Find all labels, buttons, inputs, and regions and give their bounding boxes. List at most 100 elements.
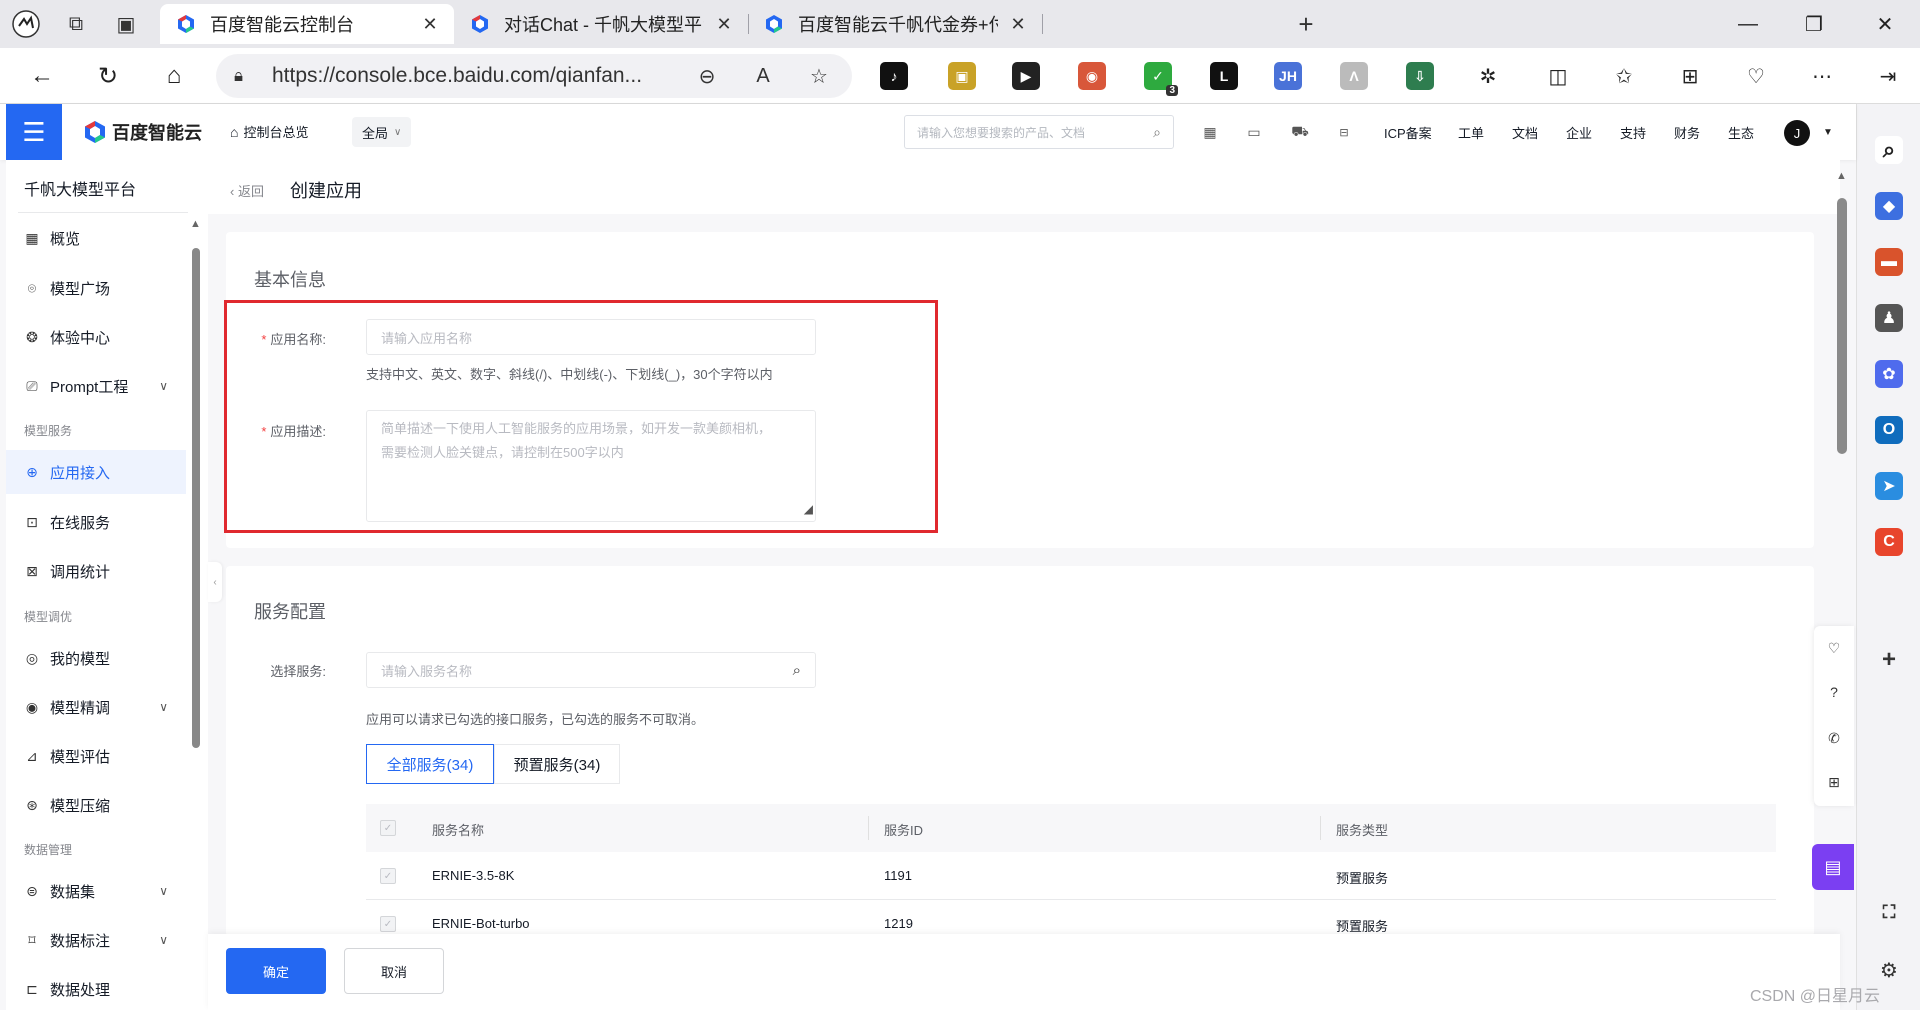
collapse-sidebar-icon[interactable]: ‹ xyxy=(208,562,222,602)
caret-down-icon[interactable]: ▼ xyxy=(1818,122,1838,142)
mask-ext-icon[interactable]: ◉ xyxy=(1078,62,1106,90)
close-icon[interactable]: ✕ xyxy=(420,14,440,35)
favorites-icon[interactable]: ✩ xyxy=(1604,58,1644,94)
scroll-up-icon[interactable]: ▲ xyxy=(190,218,201,230)
more-icon[interactable]: ⋯ xyxy=(1802,58,1842,94)
minimize-icon[interactable]: — xyxy=(1725,6,1771,42)
cart-icon[interactable]: ⛟ xyxy=(1290,122,1310,142)
qrcode-icon[interactable]: ▦ xyxy=(1200,122,1220,142)
sidebar-scrollbar[interactable]: ▲ ▼ xyxy=(190,218,201,970)
download-ext-icon[interactable]: ⇩ xyxy=(1406,62,1434,90)
support-link[interactable]: 支持 xyxy=(1620,123,1646,142)
sidebar-item-app-access[interactable]: ⊕ 应用接入 xyxy=(6,450,186,494)
sidebar-item-model-square[interactable]: ⌾ 模型广场 xyxy=(6,266,186,310)
sidebar-item-process[interactable]: ⊏ 数据处理 xyxy=(6,967,186,1010)
search-icon[interactable]: ⌕ xyxy=(1875,136,1903,164)
sidebar-item-compress[interactable]: ⊛ 模型压缩 xyxy=(6,783,186,827)
workspaces-icon[interactable]: ⧉ xyxy=(60,8,92,40)
performance-icon[interactable]: ♡ xyxy=(1736,58,1776,94)
sidebar-item-fine-tune[interactable]: ◉ 模型精调 ∨ xyxy=(6,685,186,729)
vertical-tabs-icon[interactable]: ▣ xyxy=(110,8,142,40)
screenshot-icon[interactable]: ⛶ xyxy=(1875,898,1903,926)
baidu-cloud-logo[interactable]: 百度智能云 xyxy=(84,118,202,146)
split-screen-icon[interactable]: ◫ xyxy=(1538,58,1578,94)
restore-icon[interactable]: ❐ xyxy=(1791,6,1837,42)
search-icon[interactable]: ⌕ xyxy=(1153,124,1161,141)
global-search-input[interactable]: 请输入您想要搜索的产品、文档 ⌕ xyxy=(904,115,1174,149)
feedback-heart-icon[interactable]: ♡ xyxy=(1824,638,1844,658)
service-search-input[interactable]: 请输入服务名称 ⌕ xyxy=(366,652,816,688)
copilot-icon[interactable]: ✿ xyxy=(1875,360,1903,388)
url-bar[interactable]: 🔒︎ https://console.bce.baidu.com/qianfan… xyxy=(216,54,852,98)
url-text[interactable]: https://console.bce.baidu.com/qianfan... xyxy=(272,64,666,88)
ecosystem-link[interactable]: 生态 xyxy=(1728,123,1754,142)
finance-link[interactable]: 财务 xyxy=(1674,123,1700,142)
sidebar-item-dataset[interactable]: ⊜ 数据集 ∨ xyxy=(6,869,186,913)
jh-ext-icon[interactable]: JH xyxy=(1274,62,1302,90)
l-ext-icon[interactable]: L xyxy=(1210,62,1238,90)
cancel-button[interactable]: 取消 xyxy=(344,948,444,994)
confirm-button[interactable]: 确定 xyxy=(226,948,326,994)
tab-all-services[interactable]: 全部服务(34) xyxy=(366,744,494,784)
docs-link[interactable]: 文档 xyxy=(1512,123,1538,142)
sidebar-toggle-icon[interactable]: ⇥ xyxy=(1868,58,1908,94)
tab-qianfan-chat[interactable]: 对话Chat - 千帆大模型平台 | 百度 ✕ xyxy=(454,4,748,44)
language-icon[interactable]: ⊟ xyxy=(1334,122,1354,142)
refresh-icon[interactable]: ↻ xyxy=(88,58,128,94)
sidebar-item-online-service[interactable]: ⊡ 在线服务 xyxy=(6,500,186,544)
row-checkbox[interactable]: ✓ xyxy=(380,916,396,932)
row-checkbox[interactable]: ✓ xyxy=(380,868,396,884)
collections-icon[interactable]: ⊞ xyxy=(1670,58,1710,94)
menu-icon[interactable]: ☰ xyxy=(6,104,62,160)
apps-grid-icon[interactable]: ⊞ xyxy=(1824,772,1844,792)
settings-gear-icon[interactable]: ⚙ xyxy=(1875,956,1903,984)
main-scrollbar[interactable]: ▲ xyxy=(1834,170,1848,930)
outlook-icon[interactable]: O xyxy=(1875,416,1903,444)
select-all-checkbox[interactable]: ✓ xyxy=(380,820,396,836)
scope-select[interactable]: 全局 ∨ xyxy=(352,117,412,147)
sidebar-item-prompt[interactable]: ⎚ Prompt工程 ∨ xyxy=(6,364,186,408)
zoom-icon[interactable]: ⊖ xyxy=(692,64,722,89)
shield-ext-icon[interactable]: ✓ 3 xyxy=(1144,62,1178,96)
chevron-down-icon[interactable]: ∨ xyxy=(159,379,168,393)
sidebar-item-stats[interactable]: ⊠ 调用统计 xyxy=(6,549,186,593)
home-icon[interactable]: ⌂ xyxy=(154,58,194,94)
profile-icon[interactable] xyxy=(10,8,42,40)
message-icon[interactable]: ▭ xyxy=(1244,122,1264,142)
tab-baidu-console[interactable]: 百度智能云控制台 ✕ xyxy=(160,4,454,44)
c-app-icon[interactable]: C xyxy=(1875,528,1903,556)
scrollbar-thumb[interactable] xyxy=(192,248,200,748)
chevron-down-icon[interactable]: ∨ xyxy=(159,884,168,898)
extensions-icon[interactable]: ✲ xyxy=(1468,58,1508,94)
back-link[interactable]: ‹ 返回 xyxy=(230,181,264,200)
help-icon[interactable]: ? xyxy=(1824,682,1844,702)
tiktok-icon[interactable]: ♪ xyxy=(880,62,908,90)
table-row[interactable]: ✓ ERNIE-3.5-8K 1191 预置服务 xyxy=(366,852,1776,900)
back-icon[interactable]: ← xyxy=(22,58,62,94)
tab-qianfan-voucher[interactable]: 百度智能云千帆代金券+付费模型 ✕ xyxy=(748,4,1042,44)
sidebar-item-evaluate[interactable]: ⊿ 模型评估 xyxy=(6,734,186,778)
play-icon[interactable]: ▶ xyxy=(1012,62,1040,90)
close-icon[interactable]: ✕ xyxy=(714,14,734,35)
a-ext-icon[interactable]: Λ xyxy=(1340,62,1368,90)
sidebar-item-my-model[interactable]: ◎ 我的模型 xyxy=(6,636,186,680)
read-aloud-icon[interactable]: A xyxy=(748,65,778,88)
chevron-down-icon[interactable]: ∨ xyxy=(159,700,168,714)
avatar[interactable]: J xyxy=(1784,120,1810,146)
icp-link[interactable]: ICP备案 xyxy=(1384,123,1432,142)
search-icon[interactable]: ⌕ xyxy=(793,662,801,679)
toolbox-icon[interactable]: ▬ xyxy=(1875,248,1903,276)
enterprise-link[interactable]: 企业 xyxy=(1566,123,1592,142)
close-icon[interactable]: ✕ xyxy=(1008,14,1028,35)
sidebar-item-annotate[interactable]: ⌑ 数据标注 ∨ xyxy=(6,918,186,962)
send-icon[interactable]: ➤ xyxy=(1875,472,1903,500)
chess-icon[interactable]: ♟ xyxy=(1875,304,1903,332)
add-icon[interactable]: + xyxy=(1875,646,1903,674)
favorite-star-icon[interactable]: ☆ xyxy=(804,64,834,89)
scroll-up-icon[interactable]: ▲ xyxy=(1836,170,1847,182)
chevron-down-icon[interactable]: ∨ xyxy=(159,933,168,947)
ticket-link[interactable]: 工单 xyxy=(1458,123,1484,142)
image-ext-icon[interactable]: ▣ xyxy=(948,62,976,90)
sidebar-item-grid[interactable]: ▦ 概览 xyxy=(6,216,186,260)
new-tab-icon[interactable]: + xyxy=(1290,8,1322,40)
